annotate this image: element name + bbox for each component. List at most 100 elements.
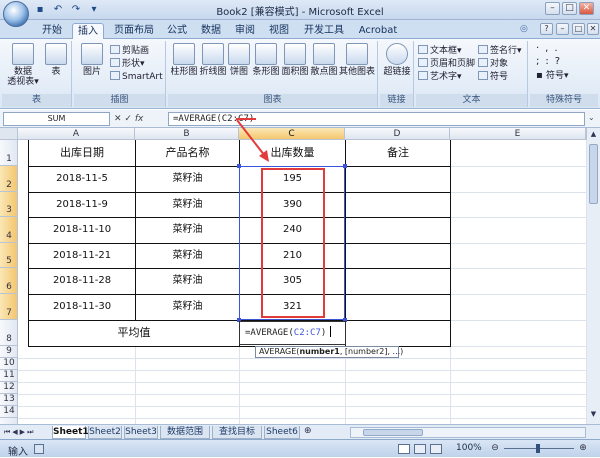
table-cell-product[interactable]: 菜籽油: [136, 243, 239, 268]
hscroll-thumb[interactable]: [363, 429, 423, 436]
pivot-table-button[interactable]: 数据 透视表▾: [6, 43, 40, 87]
zoom-in-icon[interactable]: ⊕: [578, 443, 588, 453]
page-layout-view-icon[interactable]: [414, 444, 426, 454]
header-date[interactable]: 出库日期: [29, 140, 135, 166]
tab-formulas[interactable]: 公式: [164, 23, 190, 39]
table-cell-date[interactable]: 2018-11-30: [29, 294, 135, 320]
tab-insert[interactable]: 插入: [72, 23, 104, 39]
row-header[interactable]: 12: [0, 382, 18, 394]
area-chart-button[interactable]: 面积图: [281, 43, 309, 77]
doc-restore-button[interactable]: □: [572, 23, 585, 35]
select-all-corner[interactable]: [0, 128, 18, 140]
formula-input[interactable]: =AVERAGE(C2:C7): [168, 112, 585, 126]
insert-function-icon[interactable]: fx: [135, 114, 144, 124]
symbols-grid-icon-2[interactable]: ;:?: [536, 57, 566, 67]
row-header[interactable]: 9: [0, 346, 18, 358]
row-header[interactable]: 1: [0, 140, 18, 166]
office-button[interactable]: [3, 1, 29, 27]
pie-chart-button[interactable]: 饼图: [228, 43, 250, 77]
row-header[interactable]: 6: [0, 268, 18, 294]
wordart-button[interactable]: 艺术字▾: [418, 71, 462, 82]
page-break-view-icon[interactable]: [430, 444, 442, 454]
sheet-tab-data-range[interactable]: 数据范围: [160, 426, 210, 439]
header-product[interactable]: 产品名称: [136, 140, 239, 166]
scatter-chart-button[interactable]: 散点图: [310, 43, 338, 77]
table-cell-product[interactable]: 菜籽油: [136, 192, 239, 217]
shapes-button[interactable]: 形状▾: [110, 58, 145, 69]
macro-record-icon[interactable]: [34, 444, 44, 454]
header-footer-button[interactable]: 页眉和页脚: [418, 58, 475, 69]
column-header-b[interactable]: B: [135, 128, 239, 140]
zoom-out-icon[interactable]: ⊖: [490, 443, 500, 453]
tab-developer[interactable]: 开发工具: [300, 23, 348, 39]
symbol-button[interactable]: 符号: [478, 71, 508, 82]
clipart-button[interactable]: 剪贴画: [110, 45, 149, 56]
table-cell-date[interactable]: 2018-11-28: [29, 268, 135, 294]
minimize-button[interactable]: –: [545, 2, 560, 15]
tab-review[interactable]: 审阅: [232, 23, 258, 39]
active-cell-editor[interactable]: =AVERAGE(C2:C7): [239, 321, 346, 345]
row-header[interactable]: 7: [0, 294, 18, 320]
tab-data[interactable]: 数据: [198, 23, 224, 39]
row-header[interactable]: 5: [0, 243, 18, 268]
sheet-tab-sheet3[interactable]: Sheet3: [124, 426, 158, 439]
other-charts-button[interactable]: 其他图表: [339, 43, 375, 77]
name-box[interactable]: SUM: [3, 112, 110, 126]
scroll-down-icon[interactable]: ▼: [589, 410, 598, 420]
smartart-button[interactable]: SmartArt: [110, 71, 163, 82]
cancel-formula-icon[interactable]: ✕: [114, 114, 122, 124]
sheet-tab-sheet2[interactable]: Sheet2: [88, 426, 122, 439]
column-chart-button[interactable]: 柱形图: [170, 43, 198, 77]
bar-chart-button[interactable]: 条形图: [252, 43, 280, 77]
table-cell-product[interactable]: 菜籽油: [136, 166, 239, 192]
column-header-d[interactable]: D: [345, 128, 450, 140]
table-cell-product[interactable]: 菜籽油: [136, 294, 239, 320]
help-button[interactable]: ?: [540, 23, 553, 35]
normal-view-icon[interactable]: [398, 444, 410, 454]
tab-view[interactable]: 视图: [266, 23, 292, 39]
expand-formula-icon[interactable]: ⌄: [588, 113, 598, 125]
picture-button[interactable]: 图片: [78, 43, 106, 77]
collapse-ribbon-icon[interactable]: ◎: [520, 24, 532, 36]
restore-button[interactable]: □: [562, 2, 577, 15]
scroll-up-icon[interactable]: ▲: [589, 130, 598, 140]
table-cell-date[interactable]: 2018-11-9: [29, 192, 135, 217]
tab-home[interactable]: 开始: [38, 23, 66, 39]
table-cell-date[interactable]: 2018-11-10: [29, 217, 135, 243]
table-cell-date[interactable]: 2018-11-5: [29, 166, 135, 192]
range-handle[interactable]: [343, 164, 347, 168]
tab-acrobat[interactable]: Acrobat: [356, 23, 400, 39]
table-button[interactable]: 表: [42, 43, 70, 77]
row-header[interactable]: 13: [0, 394, 18, 406]
symbols-grid-icon[interactable]: ·,.: [536, 44, 564, 54]
average-label-cell[interactable]: 平均值: [29, 320, 239, 346]
header-note[interactable]: 备注: [346, 140, 450, 166]
table-cell-date[interactable]: 2018-11-21: [29, 243, 135, 268]
row-header[interactable]: 11: [0, 370, 18, 382]
insert-sheet-icon[interactable]: ⊕: [304, 426, 318, 438]
special-symbol-button[interactable]: ▪ 符号▾: [536, 71, 569, 82]
sheet-tab-find-target[interactable]: 查找目标: [212, 426, 262, 439]
horizontal-scrollbar[interactable]: [350, 427, 586, 438]
table-cell-product[interactable]: 菜籽油: [136, 217, 239, 243]
close-button[interactable]: ✕: [579, 2, 594, 15]
zoom-level[interactable]: 100%: [456, 443, 482, 453]
object-button[interactable]: 对象: [478, 58, 508, 69]
worksheet-grid[interactable]: A B C D E ▲ ▼ 1 2 3 4 5 6 7 8 9 10 11 12…: [0, 118, 600, 424]
row-header[interactable]: 2: [0, 166, 18, 192]
signature-line-button[interactable]: 签名行▾: [478, 45, 522, 56]
sheet-tab-sheet1[interactable]: Sheet1: [52, 426, 89, 439]
column-header-e[interactable]: E: [450, 128, 586, 140]
row-header[interactable]: 4: [0, 217, 18, 243]
textbox-button[interactable]: 文本框▾: [418, 45, 462, 56]
tab-page-layout[interactable]: 页面布局: [110, 23, 158, 39]
row-header[interactable]: 14: [0, 406, 18, 418]
line-chart-button[interactable]: 折线图: [199, 43, 227, 77]
hyperlink-button[interactable]: 超链接: [382, 43, 412, 77]
doc-close-button[interactable]: ✕: [587, 23, 599, 35]
sheet-tab-sheet6[interactable]: Sheet6: [264, 426, 300, 439]
table-cell-product[interactable]: 菜籽油: [136, 268, 239, 294]
zoom-slider-thumb[interactable]: [536, 444, 540, 453]
vertical-scrollbar[interactable]: ▲ ▼: [586, 128, 600, 424]
row-header[interactable]: 10: [0, 358, 18, 370]
